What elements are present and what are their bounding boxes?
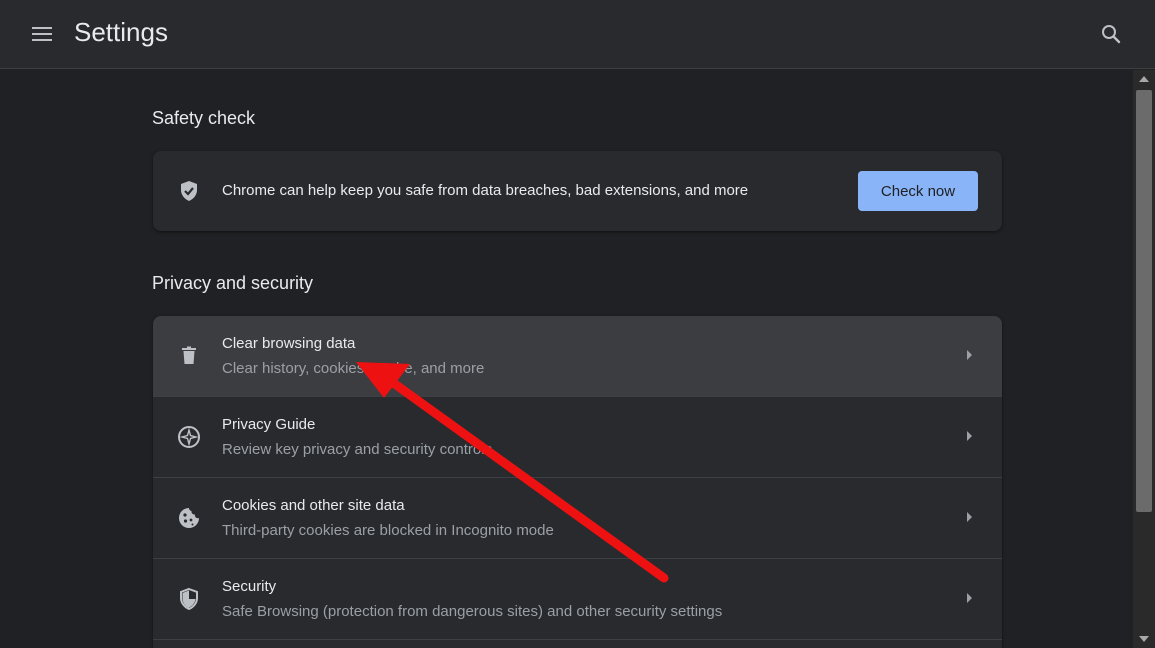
safety-check-heading: Safety check xyxy=(152,108,256,128)
row-sublabel: Third-party cookies are blocked in Incog… xyxy=(222,522,554,539)
scroll-down-arrow-icon[interactable] xyxy=(1139,636,1149,642)
safety-check-description: Chrome can help keep you safe from data … xyxy=(222,182,749,199)
row-sublabel: Clear history, cookies, cache, and more xyxy=(222,360,485,377)
chevron-right-icon xyxy=(967,431,972,441)
row-sublabel: Safe Browsing (protection from dangerous… xyxy=(222,603,723,620)
scroll-up-arrow-icon[interactable] xyxy=(1139,76,1149,82)
top-toolbar: Settings xyxy=(0,0,1155,69)
scrollbar-thumb[interactable] xyxy=(1136,90,1152,512)
shield-icon xyxy=(177,587,201,611)
shield-check-icon xyxy=(177,179,201,203)
row-sublabel: Review key privacy and security controls xyxy=(222,441,493,458)
privacy-guide-row[interactable]: Privacy Guide Review key privacy and sec… xyxy=(153,397,1002,478)
clear-browsing-data-row[interactable]: Clear browsing data Clear history, cooki… xyxy=(153,316,1002,397)
vertical-scrollbar[interactable] xyxy=(1133,70,1155,648)
cookies-row[interactable]: Cookies and other site data Third-party … xyxy=(153,478,1002,559)
row-label: Privacy Guide xyxy=(222,416,316,433)
cookie-icon xyxy=(177,506,201,530)
row-label: Cookies and other site data xyxy=(222,497,405,514)
hamburger-menu-icon[interactable] xyxy=(30,22,54,46)
safety-check-card: Chrome can help keep you safe from data … xyxy=(153,151,1002,231)
search-icon[interactable] xyxy=(1099,22,1123,46)
compass-icon xyxy=(177,425,201,449)
row-label: Security xyxy=(222,578,277,595)
row-label: Clear browsing data xyxy=(222,335,356,352)
privacy-security-card: Clear browsing data Clear history, cooki… xyxy=(153,316,1002,648)
check-now-button[interactable]: Check now xyxy=(858,171,978,211)
settings-main: Safety check Chrome can help keep you sa… xyxy=(0,70,1133,648)
chevron-right-icon xyxy=(967,593,972,603)
chevron-right-icon xyxy=(967,512,972,522)
security-row[interactable]: Security Safe Browsing (protection from … xyxy=(153,559,1002,640)
privacy-security-heading: Privacy and security xyxy=(152,273,314,293)
chevron-right-icon xyxy=(967,350,972,360)
trash-icon xyxy=(177,344,201,368)
page-title: Settings xyxy=(74,17,168,47)
